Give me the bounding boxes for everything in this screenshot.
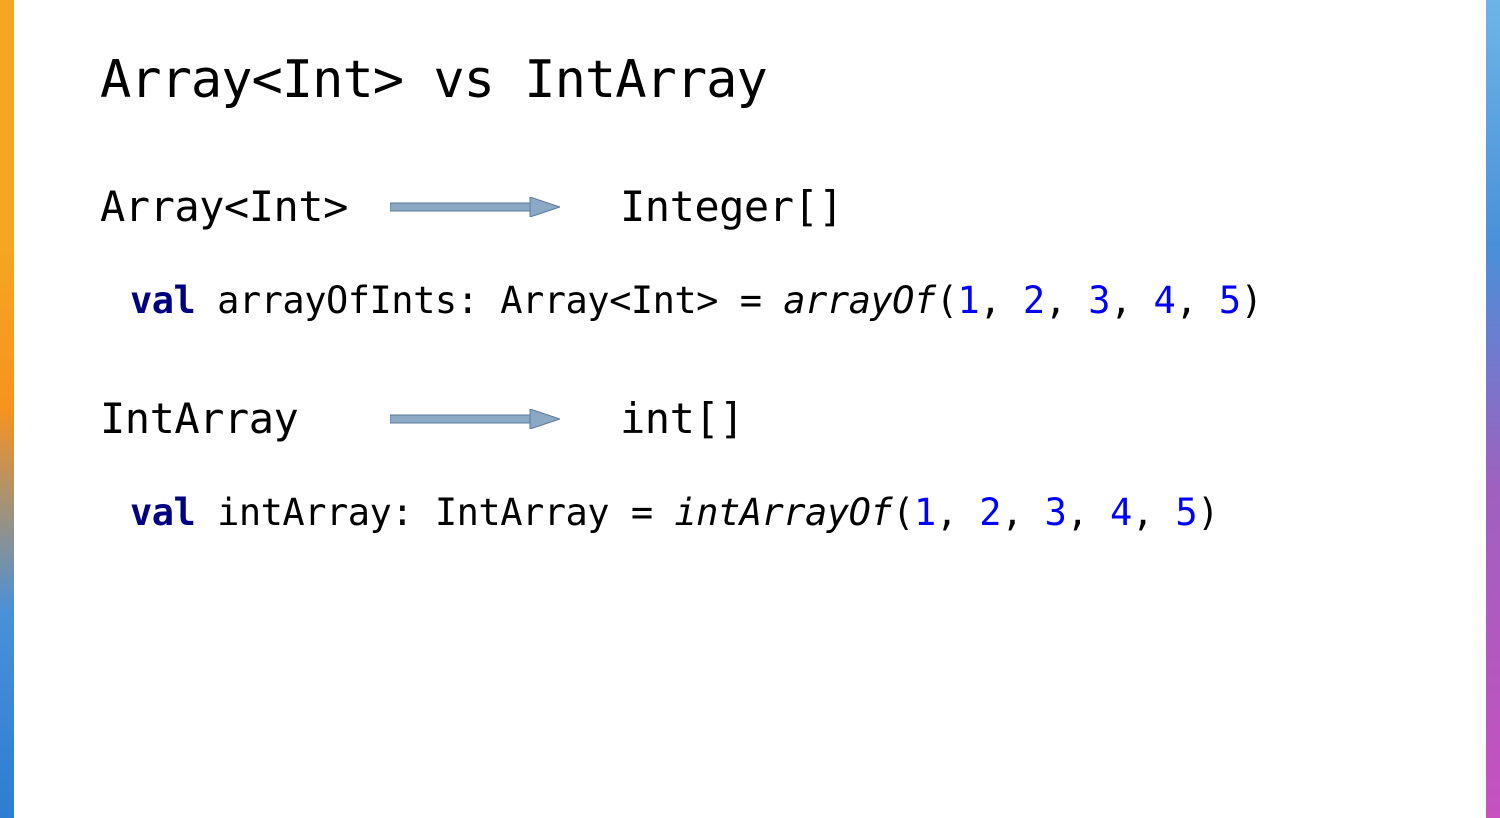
code-n5-1: 5 [1219,279,1241,322]
code-close-2: ) [1197,491,1219,534]
code-open-2: ( [892,491,914,534]
arrow-icon [390,197,560,217]
code-n2-2: 2 [979,491,1001,534]
slide-border-right [1486,0,1500,818]
kotlin-type-2: IntArray [100,394,390,443]
code-c4-2: , [1132,491,1176,534]
arrow-icon [390,409,560,429]
code-n2-1: 2 [1023,279,1045,322]
keyword-val-1: val [130,279,195,322]
code-var-2: intArray: IntArray = [195,491,674,534]
code-fn-2: intArrayOf [674,491,892,534]
code-close-1: ) [1241,279,1263,322]
code-n1-2: 1 [914,491,936,534]
code-c4-1: , [1175,279,1219,322]
code-var-1: arrayOfInts: Array<Int> = [195,279,783,322]
mapping-row-2: IntArray int[] [100,394,1500,443]
section-array-int: Array<Int> Integer[] val arrayOfInts: Ar… [100,182,1500,322]
java-type-2: int[] [620,394,744,443]
keyword-val-2: val [130,491,195,534]
code-n5-2: 5 [1175,491,1197,534]
code-n3-1: 3 [1088,279,1110,322]
code-c3-1: , [1110,279,1154,322]
code-n4-1: 4 [1154,279,1176,322]
code-line-1: val arrayOfInts: Array<Int> = arrayOf(1,… [100,279,1500,322]
code-c1-1: , [979,279,1023,322]
mapping-row-1: Array<Int> Integer[] [100,182,1500,231]
code-c2-2: , [1001,491,1045,534]
slide-content: Array<Int> vs IntArray Array<Int> Intege… [0,0,1500,818]
kotlin-type-1: Array<Int> [100,182,390,231]
code-c2-1: , [1045,279,1089,322]
code-c1-2: , [936,491,980,534]
code-n3-2: 3 [1045,491,1067,534]
code-fn-1: arrayOf [783,279,935,322]
code-n1-1: 1 [958,279,980,322]
slide-title: Array<Int> vs IntArray [100,50,1500,110]
section-intarray: IntArray int[] val intArray: IntArray = … [100,394,1500,534]
code-line-2: val intArray: IntArray = intArrayOf(1, 2… [100,491,1500,534]
java-type-1: Integer[] [620,182,843,231]
slide-border-left [0,0,14,818]
code-n4-2: 4 [1110,491,1132,534]
code-open-1: ( [936,279,958,322]
code-c3-2: , [1066,491,1110,534]
